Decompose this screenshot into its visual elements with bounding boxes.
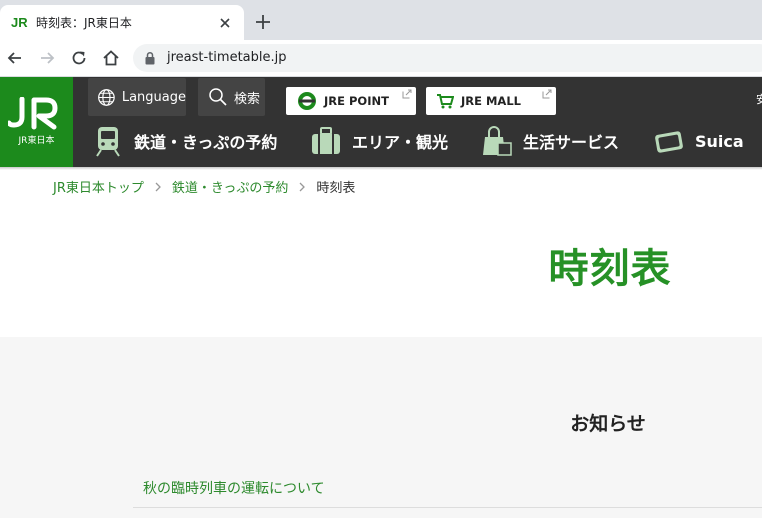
jre-mall-link[interactable]: JRE MALL — [426, 87, 556, 115]
nav-label: Suica — [695, 131, 744, 151]
header-shadow — [0, 167, 762, 170]
forward-arrow-icon[interactable] — [37, 48, 57, 68]
lock-icon — [145, 51, 155, 65]
chevron-right-icon — [299, 182, 306, 191]
reload-icon[interactable] — [69, 48, 89, 68]
jre-point-link[interactable]: JRE POINT — [286, 87, 416, 115]
jre-mall-label: JRE MALL — [461, 94, 521, 108]
logo-subtext: JR東日本 — [18, 136, 55, 146]
url-text: jreast-timetable.jp — [167, 50, 287, 65]
jr-east-logo[interactable]: JR東日本 — [0, 77, 73, 167]
language-button[interactable]: Language — [88, 78, 186, 116]
nav-label: エリア・観光 — [352, 133, 449, 152]
language-label: Language — [121, 89, 186, 105]
breadcrumb-link-railway[interactable]: 鉄道・きっぷの予約 — [172, 177, 288, 196]
svg-text:JR: JR — [11, 15, 28, 30]
shopping-bag-icon — [483, 126, 512, 156]
globe-icon — [98, 88, 115, 106]
browser-tabstrip: JR 時刻表：JR東日本 — [0, 0, 762, 40]
jre-point-label: JRE POINT — [324, 94, 389, 108]
jr-logo-icon — [8, 97, 58, 130]
notice-divider — [133, 507, 762, 508]
browser-tab[interactable]: JR 時刻表：JR東日本 — [0, 5, 244, 40]
suica-card-icon — [655, 131, 683, 153]
external-link-icon — [402, 89, 412, 99]
nav-railway-tickets[interactable]: 鉄道・きっぷの予約 — [92, 121, 277, 161]
cart-icon — [437, 94, 454, 109]
page-title: 時刻表 — [548, 246, 672, 292]
nav-label: 鉄道・きっぷの予約 — [134, 133, 278, 152]
breadcrumb: JR東日本トップ 鉄道・きっぷの予約 時刻表 — [53, 177, 355, 196]
notice-section: お知らせ 秋の臨時列車の運転について — [0, 337, 762, 518]
train-icon — [96, 127, 120, 157]
browser-toolbar: jreast-timetable.jp — [0, 40, 762, 77]
search-button[interactable]: 検索 — [198, 78, 265, 116]
search-icon — [209, 88, 227, 106]
notice-heading: お知らせ — [570, 413, 646, 435]
notice-link[interactable]: 秋の臨時列車の運転について — [143, 478, 325, 498]
home-icon[interactable] — [101, 48, 121, 68]
nav-area-sightseeing[interactable]: エリア・観光 — [310, 121, 448, 161]
external-link-icon — [542, 89, 552, 99]
tab-title: 時刻表：JR東日本 — [36, 16, 132, 30]
address-bar[interactable]: jreast-timetable.jp — [133, 44, 762, 72]
nav-suica[interactable]: Suica — [653, 121, 744, 161]
close-icon[interactable] — [216, 14, 234, 32]
breadcrumb-current: 時刻表 — [316, 181, 356, 196]
suitcase-icon — [312, 127, 340, 154]
site-header: JR東日本 Language 検索 JRE POINT JRE MALL 安 鉄… — [0, 77, 762, 167]
nav-label: 生活サービス — [523, 133, 620, 152]
search-label: 検索 — [234, 91, 261, 107]
header-edge-text: 安 — [756, 93, 762, 106]
breadcrumb-link-top[interactable]: JR東日本トップ — [53, 177, 144, 196]
jr-favicon-icon: JR — [11, 15, 28, 30]
back-arrow-icon[interactable] — [5, 48, 25, 68]
chevron-right-icon — [155, 182, 161, 191]
jre-point-icon — [298, 92, 316, 110]
nav-life-services[interactable]: 生活サービス — [481, 121, 619, 161]
new-tab-icon[interactable] — [253, 12, 273, 32]
